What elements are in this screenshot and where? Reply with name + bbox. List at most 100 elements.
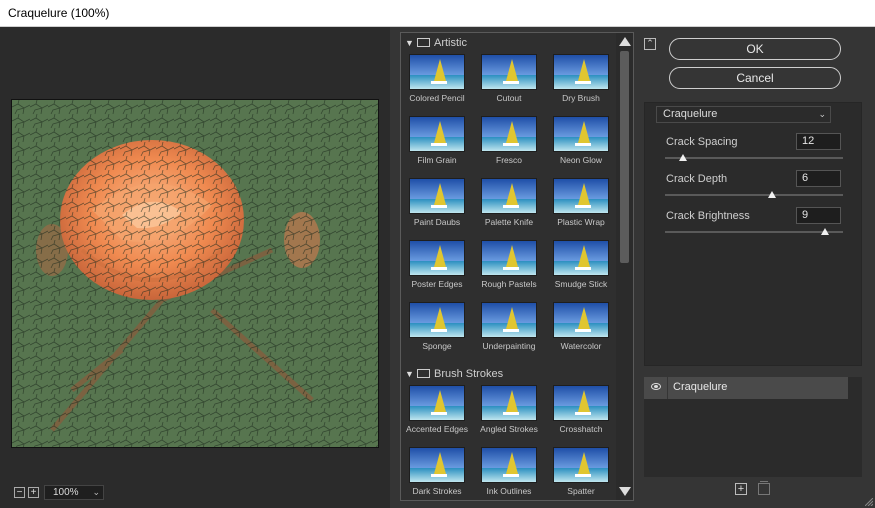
filter-thumbnail-label: Paint Daubs (413, 217, 461, 227)
expand-triangle-icon[interactable]: ▼ (405, 366, 417, 382)
filter-thumbnail[interactable]: Crosshatch (549, 385, 613, 434)
gallery-category-0[interactable]: ▼ Artistic (405, 35, 467, 51)
filter-thumbnail[interactable]: Ink Outlines (477, 447, 541, 496)
filter-settings-panel: Craquelure ⌄ Crack Spacing 12 Crack Depth 6… (644, 102, 862, 366)
effect-layer-row[interactable]: Craquelure (644, 377, 848, 399)
effect-layers-panel: Craquelure (644, 377, 862, 477)
filter-thumbnail-image (481, 178, 537, 214)
param-slider-knob[interactable] (678, 154, 687, 161)
filter-thumbnail[interactable]: Angled Strokes (477, 385, 541, 434)
filter-thumbnail[interactable]: Smudge Stick (549, 240, 613, 289)
filter-thumbnail-label: Sponge (422, 341, 452, 351)
param-label: Crack Brightness (666, 210, 750, 222)
zoom-in-button[interactable]: + (28, 487, 39, 498)
filter-thumbnail-label: Smudge Stick (554, 279, 608, 289)
chevron-down-icon: ⌄ (818, 109, 826, 119)
delete-effect-layer-icon[interactable] (758, 481, 770, 495)
filter-thumbnail-image (409, 178, 465, 214)
filter-select[interactable]: Craquelure ⌄ (656, 106, 831, 123)
folder-icon (417, 368, 430, 378)
filter-thumbnail[interactable]: Neon Glow (549, 116, 613, 165)
scroll-down-arrow-icon[interactable] (619, 487, 631, 496)
filter-thumbnail-label: Underpainting (482, 341, 536, 351)
visibility-eye-icon[interactable] (651, 383, 661, 390)
filter-thumbnail[interactable]: Sponge (405, 302, 469, 351)
filter-thumbnail-image (409, 54, 465, 90)
resize-grip-icon[interactable] (865, 498, 873, 506)
filter-thumbnail-label: Watercolor (560, 341, 602, 351)
param-value-input[interactable]: 9 (796, 207, 841, 224)
filter-thumbnail[interactable]: Fresco (477, 116, 541, 165)
collapse-up-icon[interactable]: ⌃ (644, 38, 656, 50)
filter-thumbnail[interactable]: Watercolor (549, 302, 613, 351)
filter-thumbnail-label: Crosshatch (559, 424, 603, 434)
filter-thumbnail-label: Neon Glow (559, 155, 603, 165)
filter-thumbnail[interactable]: Poster Edges (405, 240, 469, 289)
folder-icon (417, 37, 430, 47)
ok-button[interactable]: OK (669, 38, 841, 60)
filter-thumbnail[interactable]: Dark Strokes (405, 447, 469, 496)
scroll-up-arrow-icon[interactable] (619, 37, 631, 46)
expand-triangle-icon[interactable]: ▼ (405, 35, 417, 51)
filter-select-value: Craquelure (663, 108, 718, 120)
param-slider-track[interactable] (665, 231, 843, 233)
gallery-scrollbar[interactable] (616, 33, 633, 500)
gallery-category-label: Artistic (434, 37, 467, 49)
filter-thumbnail-image (481, 240, 537, 276)
filter-thumbnail-label: Film Grain (417, 155, 457, 165)
preview-image[interactable] (11, 99, 379, 448)
filter-thumbnail[interactable]: Palette Knife (477, 178, 541, 227)
chevron-down-icon: ⌄ (92, 487, 100, 497)
filter-thumbnail-image (481, 302, 537, 338)
filter-thumbnail-image (553, 54, 609, 90)
filter-thumbnail-image (481, 447, 537, 483)
filter-thumbnail-label: Spatter (567, 486, 595, 496)
filter-thumbnail-image (409, 116, 465, 152)
param-value-input[interactable]: 6 (796, 170, 841, 187)
filter-thumbnail[interactable]: Cutout (477, 54, 541, 103)
zoom-bar: − + 100% ⌄ (0, 484, 390, 508)
filter-thumbnail-label: Accented Edges (406, 424, 468, 434)
filter-thumbnail-label: Palette Knife (484, 217, 534, 227)
filter-thumbnail[interactable]: Dry Brush (549, 54, 613, 103)
layer-divider (667, 377, 668, 399)
filter-thumbnail-label: Dry Brush (562, 93, 600, 103)
param-value-input[interactable]: 12 (796, 133, 841, 150)
filter-thumbnail[interactable]: Spatter (549, 447, 613, 496)
param-slider-track[interactable] (665, 194, 843, 196)
gallery-category-1[interactable]: ▼ Brush Strokes (405, 366, 503, 382)
filter-thumbnail[interactable]: Colored Pencil (405, 54, 469, 103)
right-panel: ⌃ OK Cancel Craquelure ⌄ Crack Spacing 12… (640, 27, 875, 508)
filter-thumbnail[interactable]: Underpainting (477, 302, 541, 351)
filter-thumbnail-image (553, 447, 609, 483)
filter-thumbnail[interactable]: Rough Pastels (477, 240, 541, 289)
filter-thumbnail-image (409, 240, 465, 276)
filter-thumbnail[interactable]: Paint Daubs (405, 178, 469, 227)
effect-layer-name: Craquelure (673, 381, 728, 393)
filter-thumbnail-image (553, 240, 609, 276)
zoom-out-button[interactable]: − (14, 487, 25, 498)
zoom-level-select[interactable]: 100% ⌄ (44, 485, 104, 500)
cancel-button[interactable]: Cancel (669, 67, 841, 89)
window-title: Craquelure (100%) (0, 0, 875, 27)
scrollbar-thumb[interactable] (620, 51, 629, 263)
filter-thumbnail-image (409, 302, 465, 338)
filter-thumbnail-image (481, 54, 537, 90)
param-slider-knob[interactable] (821, 228, 830, 235)
filter-thumbnail-label: Rough Pastels (481, 279, 537, 289)
param-slider-track[interactable] (665, 157, 843, 159)
param-label: Crack Spacing (666, 136, 738, 148)
rose-preview-graphic (12, 100, 378, 447)
filter-thumbnail[interactable]: Film Grain (405, 116, 469, 165)
filter-thumbnail-label: Dark Strokes (412, 486, 462, 496)
new-effect-layer-button[interactable]: + (735, 483, 747, 495)
filter-thumbnail-image (553, 178, 609, 214)
filter-thumbnail[interactable]: Plastic Wrap (549, 178, 613, 227)
filter-thumbnail-image (553, 302, 609, 338)
filter-thumbnail[interactable]: Accented Edges (405, 385, 469, 434)
filter-thumbnail-image (409, 447, 465, 483)
param-slider-knob[interactable] (767, 191, 776, 198)
filter-gallery: ▼ Artistic Colored Pencil Cutout Dry Brush Fi… (400, 32, 634, 501)
filter-thumbnail-image (553, 116, 609, 152)
filter-thumbnail-image (481, 385, 537, 421)
